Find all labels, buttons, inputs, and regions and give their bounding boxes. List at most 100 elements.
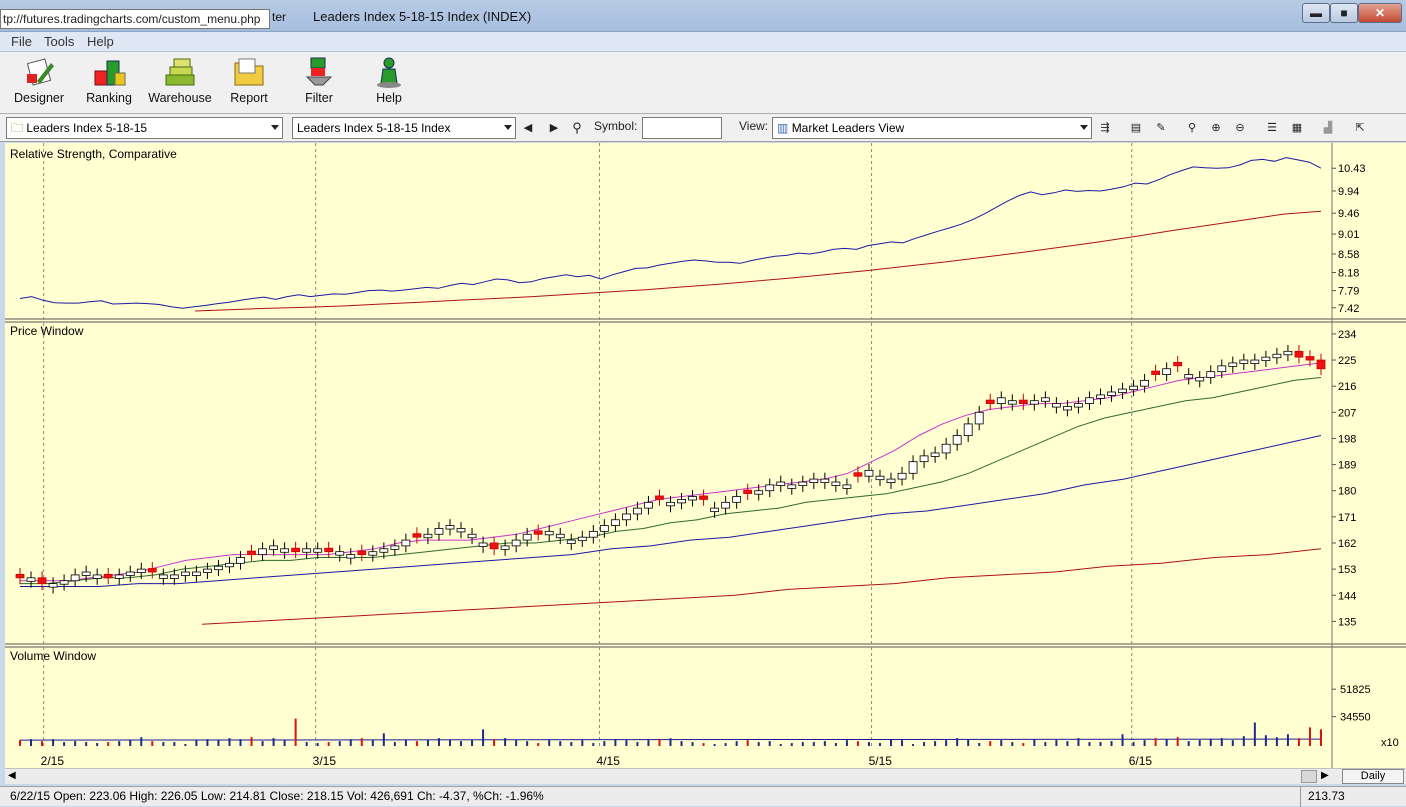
candle-body [1173, 361, 1183, 367]
candle-body [1283, 350, 1293, 356]
candle-body [81, 571, 91, 576]
candle-body [919, 455, 929, 463]
candle-body [313, 548, 323, 553]
candle-body [787, 484, 797, 489]
candle-body [1096, 394, 1105, 399]
candle-body [897, 472, 907, 480]
candle-body [533, 530, 543, 535]
url-tooltip: tp://futures.tradingcharts.com/custom_me… [0, 9, 270, 29]
list-icon[interactable]: ▦ [1288, 119, 1306, 137]
candle-body [864, 469, 874, 477]
candle-body [291, 547, 301, 553]
chart-canvas: Relative Strength, Comparative Price Win… [5, 143, 1406, 768]
index-select[interactable]: Leaders Index 5-18-15 Index [292, 117, 516, 139]
zoom-icon[interactable]: ⚲ [1183, 119, 1201, 137]
scroll-right-icon[interactable]: ▶ [1321, 770, 1329, 781]
designer-button[interactable]: Designer [7, 55, 71, 111]
view-label: View: [739, 119, 769, 133]
candle-body [699, 495, 708, 500]
prev-symbol-button[interactable]: ◀ [519, 119, 537, 137]
candle-body [908, 461, 918, 474]
chevron-down-icon [1080, 125, 1088, 130]
horizontal-scrollbar[interactable]: ◀ ▶ Daily [5, 768, 1406, 784]
candle-body [710, 507, 720, 513]
candle-body [302, 548, 312, 553]
candle-body [114, 574, 124, 579]
rs-tick-label: 7.42 [1338, 303, 1359, 315]
candle-body [1184, 374, 1194, 379]
help-button[interactable]: Help [357, 55, 421, 111]
candle-body [1316, 359, 1326, 370]
warehouse-button[interactable]: Warehouse [148, 55, 212, 111]
candle-body [511, 539, 521, 547]
period-button[interactable]: Daily [1342, 769, 1404, 784]
candle-body [721, 501, 731, 509]
candle-body [346, 554, 356, 559]
candle-body [886, 478, 896, 483]
candle-body [1239, 359, 1249, 364]
chart-area: Relative Strength, Comparative Price Win… [5, 143, 1406, 768]
window-title: Leaders Index 5-18-15 Index (INDEX) [313, 9, 532, 24]
candle-body [247, 550, 256, 555]
view-settings-icon[interactable]: ⇶ [1096, 119, 1114, 137]
candle-body [15, 573, 25, 579]
menu-file[interactable]: File [11, 34, 32, 49]
candle-body [125, 571, 135, 576]
close-button[interactable]: ✕ [1358, 3, 1402, 23]
minimize-button[interactable]: ▬ [1302, 3, 1330, 23]
view-select[interactable]: ▥ Market Leaders View [772, 117, 1092, 139]
edit-icon[interactable]: ✎ [1152, 119, 1170, 137]
scroll-thumb[interactable] [1301, 770, 1317, 783]
scroll-left-icon[interactable]: ◀ [8, 770, 16, 781]
candle-body [1272, 353, 1282, 359]
maximize-button[interactable]: ■ [1330, 3, 1358, 23]
candle-body [677, 499, 686, 504]
help-icon [377, 57, 401, 88]
candle-body [1118, 388, 1127, 393]
candle-body [633, 507, 642, 515]
moving-average-line [201, 548, 1322, 625]
candle-body [974, 411, 984, 425]
candle-body [192, 571, 201, 576]
candle-body [996, 397, 1006, 404]
rs-tick-label: 8.58 [1338, 249, 1359, 261]
candle-body [1294, 350, 1304, 358]
ranking-icon [94, 60, 126, 86]
warehouse-icon [165, 58, 195, 86]
rs-tick-label: 8.18 [1338, 268, 1359, 280]
candle-body [666, 501, 675, 507]
next-symbol-button[interactable]: ▶ [545, 119, 563, 137]
export-icon[interactable]: ⇱ [1351, 119, 1369, 137]
candle-body [423, 533, 433, 539]
candle-body [1151, 370, 1161, 375]
report-button[interactable]: Report [217, 55, 281, 111]
candle-body [1107, 391, 1116, 396]
x-tick-label: 5/15 [869, 754, 893, 768]
candle-body [754, 490, 764, 495]
menu-tools[interactable]: Tools [44, 34, 74, 49]
candle-body [1195, 377, 1205, 382]
bar-chart-icon[interactable]: ▟ [1319, 119, 1337, 137]
zoom-in-icon[interactable]: ⊕ [1207, 119, 1225, 137]
list-select[interactable]: 🗀 Leaders Index 5-18-15 [6, 117, 283, 139]
price-tick-label: 162 [1338, 538, 1356, 550]
volume-scale-label: x10 [1381, 737, 1399, 749]
lines-icon[interactable]: ☰ [1263, 119, 1281, 137]
candle-body [92, 574, 102, 579]
candle-body [147, 568, 157, 573]
candle-body [1029, 400, 1039, 405]
ranking-button[interactable]: Ranking [77, 55, 141, 111]
candle-body [489, 542, 499, 550]
candle-body [214, 565, 223, 571]
zoom-out-icon[interactable]: ⊖ [1231, 119, 1249, 137]
properties-icon[interactable]: ▤ [1127, 119, 1145, 137]
menu-help[interactable]: Help [87, 34, 114, 49]
candle-body [577, 536, 587, 542]
menu-bar: File Tools Help [0, 32, 1406, 52]
candle-body [169, 574, 179, 579]
filter-button[interactable]: Filter [287, 55, 351, 111]
binoculars-icon[interactable]: ⚲ [568, 119, 586, 137]
rs-series-line [19, 157, 1322, 309]
symbol-input[interactable] [642, 117, 722, 139]
candle-body [70, 574, 80, 582]
